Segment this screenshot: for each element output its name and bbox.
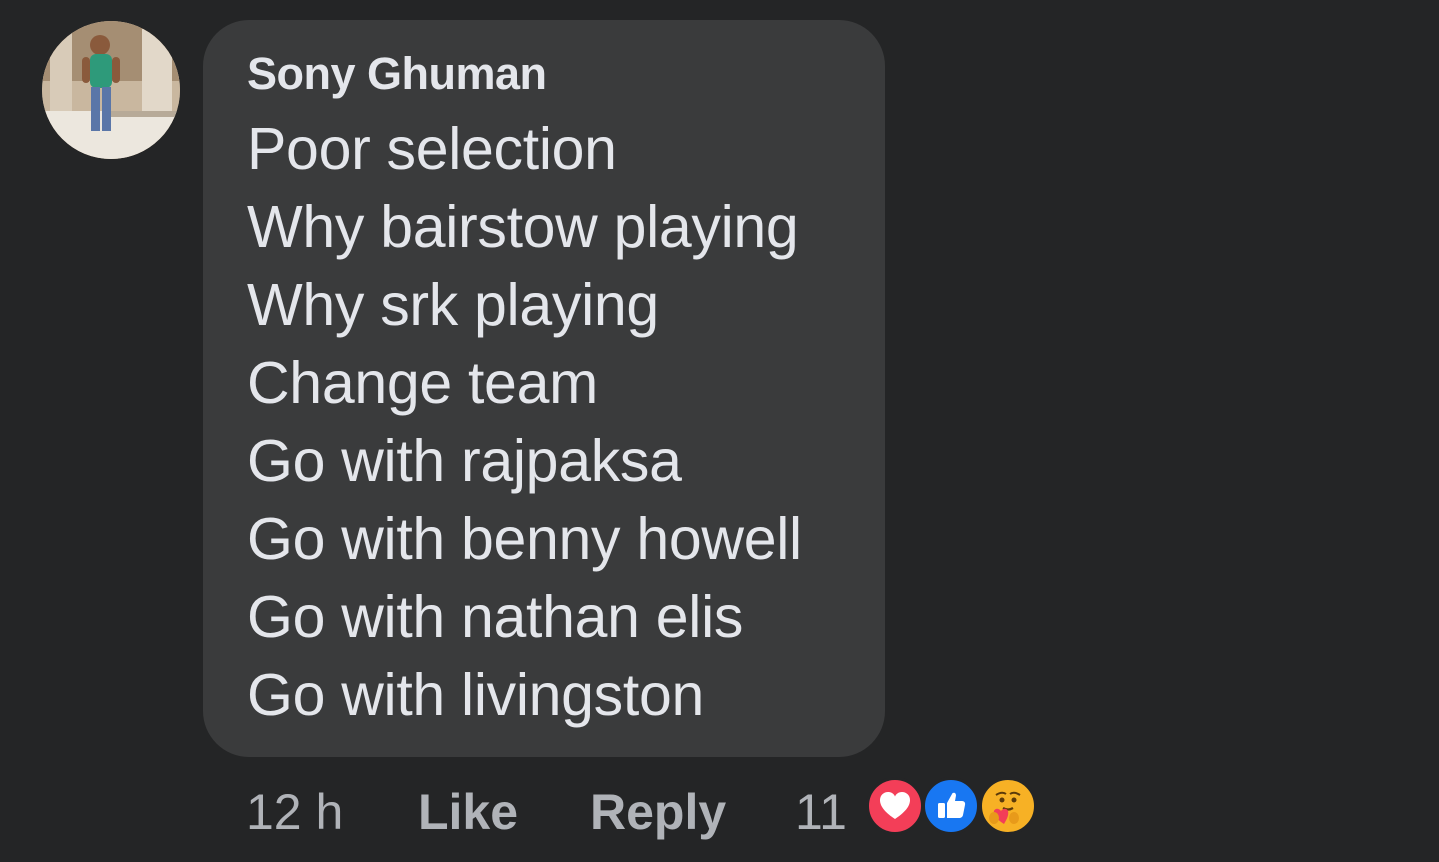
- comment-line: Poor selection: [247, 116, 617, 182]
- care-reaction-icon: [979, 777, 1037, 835]
- comment-body: Poor selection Why bairstow playing Why …: [247, 110, 845, 734]
- comment-line: Go with livingston: [247, 662, 704, 728]
- reaction-count[interactable]: 11: [795, 782, 847, 842]
- reply-button[interactable]: Reply: [590, 782, 726, 842]
- comment-line: Go with rajpaksa: [247, 428, 682, 494]
- comment: Sony Ghuman Poor selection Why bairstow …: [0, 0, 1439, 862]
- like-reaction-icon: [922, 777, 980, 835]
- comment-line: Why bairstow playing: [247, 194, 799, 260]
- like-button[interactable]: Like: [418, 782, 518, 842]
- comment-line: Change team: [247, 350, 598, 416]
- comment-line: Why srk playing: [247, 272, 659, 338]
- comment-timestamp[interactable]: 12 h: [246, 782, 343, 842]
- comment-bubble: Sony Ghuman Poor selection Why bairstow …: [203, 20, 885, 757]
- comment-actions: 12 h Like Reply 11: [0, 782, 1439, 842]
- comment-line: Go with nathan elis: [247, 584, 744, 650]
- love-reaction-icon: [866, 777, 924, 835]
- reactions-summary[interactable]: [866, 777, 1046, 837]
- comment-author[interactable]: Sony Ghuman: [247, 46, 845, 102]
- avatar[interactable]: [42, 21, 180, 159]
- comment-line: Go with benny howell: [247, 506, 802, 572]
